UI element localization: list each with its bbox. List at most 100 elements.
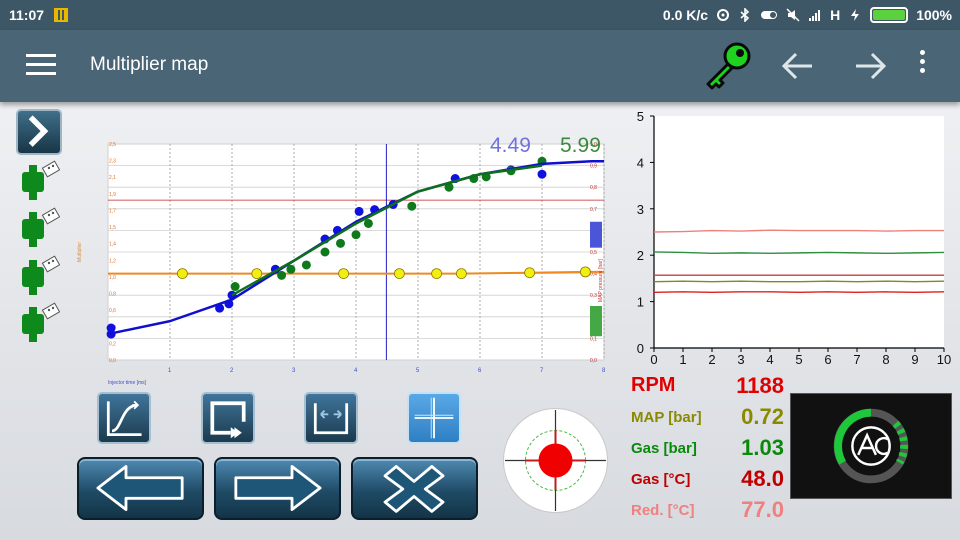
readout-value: 0.72: [741, 404, 784, 429]
rt-x-tick-label: 1: [679, 352, 686, 367]
readouts-panel: RPM 1188 MAP [bar] 0.72 Gas [bar] 1.03 Gas [°C…: [628, 373, 788, 533]
y-tick-label: 0,6: [109, 308, 116, 314]
multiplier-chart[interactable]: 0,00,20,40,60,81,01,21,41,51,71,92,12,32…: [68, 126, 624, 388]
rt-y-tick-labels: 0 1 2 3 4 5: [637, 109, 654, 356]
x-tick-label: 7: [540, 368, 544, 374]
y-tick-label: 1,9: [109, 192, 116, 198]
rt-x-tick-label: 0: [650, 352, 657, 367]
y2-tick-label: 0,3: [590, 293, 597, 299]
readout-label: Red. [°C]: [631, 502, 695, 519]
close-x-icon: [383, 465, 445, 513]
mute-icon: [786, 8, 800, 22]
multiplier-point: [431, 268, 443, 280]
charging-icon: [851, 9, 860, 21]
x-tick-label: 1: [168, 368, 172, 374]
scatter-point-green: [351, 230, 361, 240]
pressure-bar: [590, 221, 602, 248]
y2-tick-label: 0,7: [590, 207, 597, 213]
curve-tool-button[interactable]: [97, 392, 151, 444]
rt-y-tick-label: 5: [637, 109, 644, 124]
scatter-point-green: [336, 238, 345, 248]
scatter-point-green: [301, 260, 311, 270]
multiplier-point: [580, 266, 591, 278]
key-icon[interactable]: [700, 38, 756, 94]
status-bar: 11:07 0.0 K/c H 100%: [0, 0, 960, 30]
y-tick-label: 0,8: [109, 292, 116, 298]
injector-icon[interactable]: [20, 158, 60, 204]
readout-value: 1188: [736, 373, 784, 398]
readout-value: 48.0: [741, 466, 784, 491]
expand-tool-button[interactable]: [304, 392, 358, 444]
scatter-point-green: [277, 270, 287, 280]
multiplier-point: [393, 268, 405, 280]
cancel-button[interactable]: [351, 457, 478, 520]
pressure-bar: [590, 306, 602, 337]
rt-x-tick-label: 9: [911, 352, 918, 367]
prev-button[interactable]: [77, 457, 204, 520]
readout-label: Gas [bar]: [631, 440, 697, 457]
battery-icon: [870, 7, 909, 23]
readout-row: Red. [°C] 77.0: [628, 497, 788, 527]
readout-row: Gas [bar] 1.03: [628, 435, 788, 465]
rt-x-tick-label: 2: [708, 352, 715, 367]
next-button[interactable]: [214, 457, 341, 520]
injector-icon[interactable]: [20, 300, 60, 346]
expand-icon: [313, 403, 349, 435]
rt-x-tick-labels: 0 1 2 3 4 5 6 7 8 9 10: [650, 348, 951, 367]
rt-y-tick-label: 4: [637, 155, 644, 170]
rectangle-tool-button[interactable]: [201, 392, 255, 444]
arrow-right-icon[interactable]: [850, 46, 890, 86]
crosshair-icon: [414, 397, 454, 439]
chevron-right-icon: [28, 115, 49, 147]
y-tick-label: 2,5: [109, 142, 116, 148]
rt-axes: [653, 116, 944, 349]
big-arrow-right-icon: [234, 465, 322, 511]
injector-icon[interactable]: [20, 253, 60, 299]
target-icon[interactable]: [503, 408, 608, 513]
status-time: 11:07: [9, 7, 45, 23]
readout-row: RPM 1188: [628, 373, 788, 403]
rt-y-tick-label: 1: [637, 295, 644, 310]
rt-y-tick-label: 0: [637, 341, 644, 356]
multiplier-point: [524, 267, 536, 279]
readout-green: 5.99: [560, 134, 601, 157]
rt-x-tick-label: 8: [882, 352, 889, 367]
network-type: H: [830, 7, 841, 23]
rt-plot-area: [654, 116, 944, 348]
multiplier-point: [251, 268, 263, 280]
rt-x-tick-label: 6: [824, 352, 831, 367]
scatter-point-green: [320, 247, 330, 257]
rectangle-icon: [210, 401, 246, 439]
rt-x-tick-label: 5: [795, 352, 802, 367]
x-tick-label: 8: [602, 368, 606, 374]
chart-grid: [107, 143, 605, 361]
x-tick-label: 3: [292, 368, 296, 374]
panel-toggle-button[interactable]: [16, 109, 62, 155]
hamburger-icon[interactable]: [26, 54, 56, 78]
multiplier-point: [177, 268, 188, 280]
injector-icon[interactable]: [20, 205, 60, 251]
rt-x-tick-label: 4: [766, 352, 773, 367]
crosshair-tool-button[interactable]: [407, 392, 461, 444]
curve-icon: [106, 400, 142, 436]
multiplier-point: [455, 268, 467, 280]
scatter-point-blue: [354, 206, 364, 216]
y-axis-label: Multiplier: [77, 242, 83, 262]
y2-tick-label: 0,8: [590, 185, 597, 191]
readout-label: Gas [°C]: [631, 471, 691, 488]
readout-label: RPM: [631, 374, 676, 396]
readout-blue: 4.49: [490, 134, 531, 157]
page-title: Multiplier map: [90, 54, 209, 75]
multiplier-point: [338, 268, 350, 280]
ac-logo-icon: [833, 408, 909, 484]
y2-tick-label: 0,5: [590, 250, 597, 256]
y-tick-label: 2,3: [109, 159, 116, 165]
big-arrow-left-icon: [96, 465, 184, 511]
y2-tick-label: 0,0: [590, 358, 597, 364]
arrow-left-icon[interactable]: [778, 46, 818, 86]
scatter-point-green: [286, 264, 296, 274]
sync-icon: [717, 9, 730, 21]
battery-level: 100%: [916, 7, 952, 23]
rt-y-tick-label: 2: [637, 248, 644, 263]
more-vert-icon[interactable]: [915, 50, 929, 82]
